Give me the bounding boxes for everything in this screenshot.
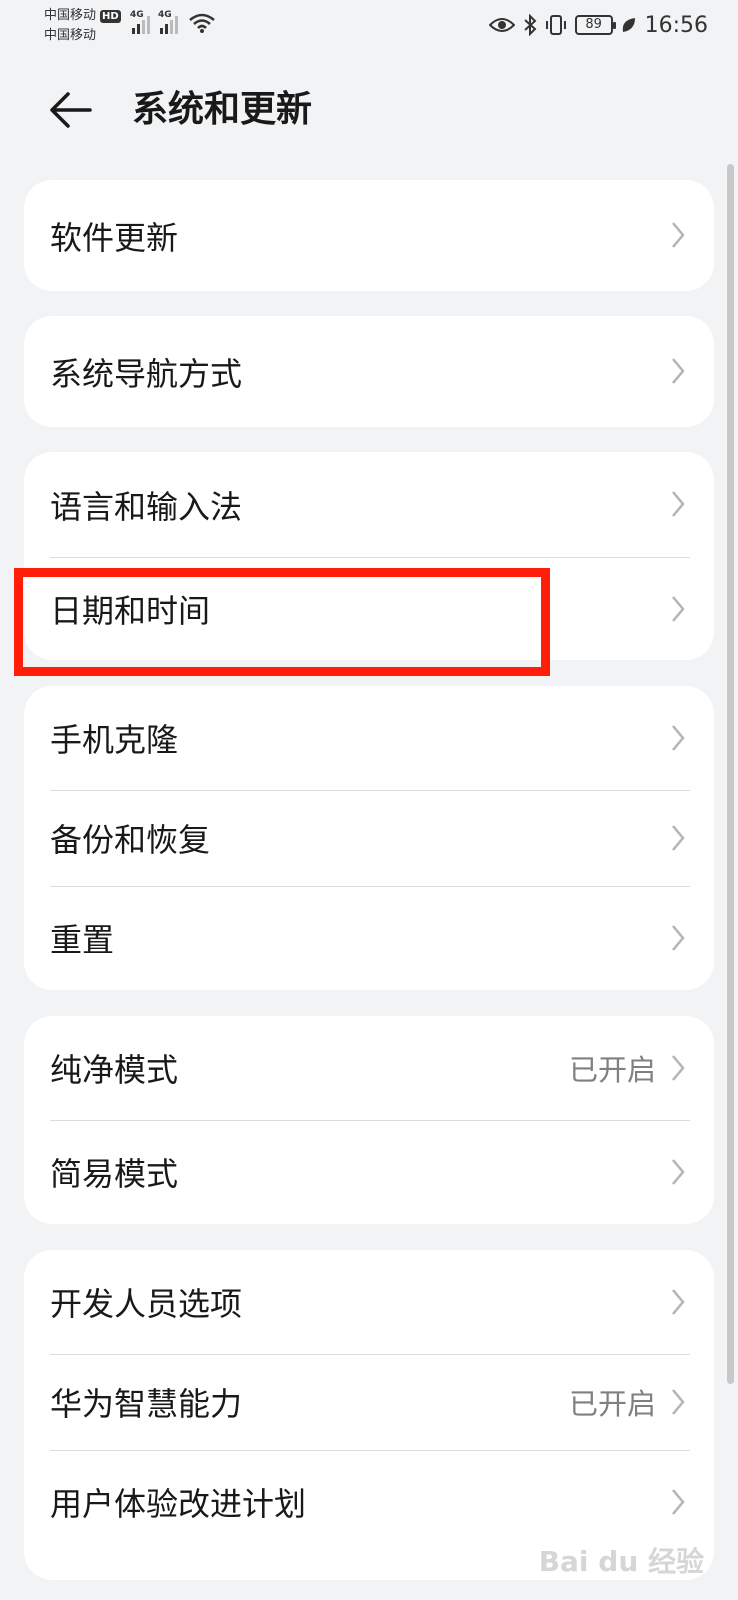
settings-group-language-time: 语言和输入法 日期和时间 (24, 452, 714, 660)
settings-item-software-update[interactable]: 软件更新 (24, 180, 714, 291)
signal-group: 4G 4G (130, 10, 216, 34)
chevron-right-icon (672, 725, 685, 751)
status-icons: 89 16:56 (488, 10, 708, 40)
settings-item-developer-options[interactable]: 开发人员选项 (24, 1250, 714, 1354)
chevron-right-icon (672, 596, 685, 622)
page-title: 系统和更新 (132, 89, 313, 130)
network-type-label: 4G (130, 10, 144, 20)
settings-item-label: 软件更新 (50, 218, 179, 257)
settings-item-phone-clone[interactable]: 手机克隆 (24, 686, 714, 790)
vibrate-icon (545, 15, 566, 35)
chevron-right-icon (672, 1159, 685, 1185)
hd-badge: HD (100, 9, 121, 23)
wifi-icon (189, 13, 215, 33)
settings-item-backup-restore[interactable]: 备份和恢复 (24, 790, 714, 886)
chevron-right-icon (672, 491, 685, 517)
settings-item-reset[interactable]: 重置 (24, 886, 714, 990)
battery-icon: 89 (574, 15, 616, 35)
chevron-right-icon (672, 825, 685, 851)
settings-item-language-input[interactable]: 语言和输入法 (24, 452, 714, 557)
signal-strength-icon: 4G (158, 10, 178, 34)
back-arrow-icon (50, 92, 92, 128)
settings-item-label: 开发人员选项 (50, 1285, 243, 1323)
settings-item-label: 重置 (50, 921, 115, 959)
chevron-right-icon (672, 222, 685, 248)
settings-item-label: 日期和时间 (50, 591, 211, 630)
settings-group-update: 软件更新 (24, 180, 714, 291)
settings-item-pure-mode[interactable]: 纯净模式 已开启 (24, 1016, 714, 1120)
header: 系统和更新 (0, 74, 738, 146)
settings-item-label: 简易模式 (50, 1155, 179, 1193)
chevron-right-icon (672, 1389, 685, 1415)
settings-group-advanced: 开发人员选项 华为智慧能力 已开启 用户体验改进计划 (24, 1250, 714, 1580)
settings-item-label: 系统导航方式 (50, 354, 243, 393)
chevron-right-icon (672, 925, 685, 951)
chevron-right-icon (672, 1055, 685, 1081)
settings-group-navigation: 系统导航方式 (24, 316, 714, 427)
signal-strength-icon: 4G (130, 10, 150, 34)
scrollbar[interactable] (727, 164, 734, 1384)
settings-group-modes: 纯净模式 已开启 简易模式 (24, 1016, 714, 1224)
settings-item-date-time[interactable]: 日期和时间 (24, 557, 714, 660)
settings-item-label: 用户体验改进计划 (50, 1485, 307, 1523)
carrier-info: 中国移动 HD 中国移动 (44, 6, 121, 46)
clock: 16:56 (644, 12, 708, 38)
settings-group-backup: 手机克隆 备份和恢复 重置 (24, 686, 714, 990)
back-button[interactable] (44, 86, 96, 134)
settings-item-label: 纯净模式 (50, 1051, 179, 1089)
settings-item-status: 已开启 (568, 1053, 656, 1087)
carrier-2-label: 中国移动 (44, 28, 97, 43)
watermark-logo: Bai du 经验 (538, 1545, 704, 1578)
eye-comfort-icon (488, 18, 515, 32)
leaf-icon (622, 18, 635, 32)
settings-item-label: 备份和恢复 (50, 821, 211, 859)
battery-level: 89 (585, 17, 602, 32)
settings-item-simple-mode[interactable]: 简易模式 (24, 1120, 714, 1224)
settings-item-label: 语言和输入法 (50, 487, 243, 526)
status-bar: 中国移动 HD 中国移动 4G 4G 89 16:56 (0, 0, 738, 56)
settings-item-huawei-intelligence[interactable]: 华为智慧能力 已开启 (24, 1354, 714, 1450)
settings-item-system-navigation[interactable]: 系统导航方式 (24, 316, 714, 427)
chevron-right-icon (672, 1289, 685, 1315)
settings-item-label: 手机克隆 (50, 721, 179, 759)
settings-item-label: 华为智慧能力 (50, 1385, 243, 1423)
carrier-1-label: 中国移动 (44, 8, 97, 23)
network-type-label: 4G (158, 10, 172, 20)
bluetooth-icon (523, 14, 537, 36)
chevron-right-icon (672, 1489, 685, 1515)
chevron-right-icon (672, 358, 685, 384)
settings-item-user-experience-program[interactable]: 用户体验改进计划 (24, 1450, 714, 1554)
settings-item-status: 已开启 (568, 1387, 656, 1421)
